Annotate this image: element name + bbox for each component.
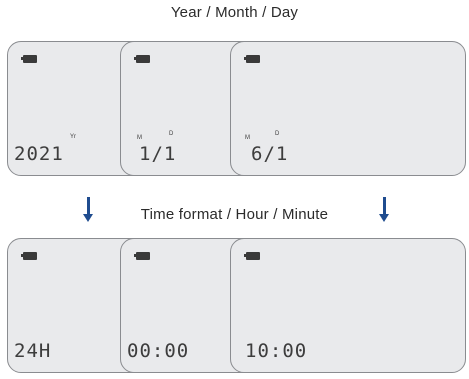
hour-readout: 00:00 (127, 340, 190, 362)
day-tag: D (169, 131, 174, 137)
month-tag: M (137, 135, 142, 141)
battery-icon (21, 55, 37, 63)
caption-date-settings: Year / Month / Day (170, 4, 299, 21)
lcd-screen-day: M D 6/1 (230, 41, 466, 176)
battery-icon (244, 55, 260, 63)
battery-icon (244, 252, 260, 260)
battery-icon (134, 55, 150, 63)
day-readout: 6/1 (251, 143, 289, 165)
lcd-screen-minute: 10:00 (230, 238, 466, 373)
month-tag: M (245, 135, 250, 141)
year-tag: Yr (70, 134, 76, 140)
caption-time-settings: Time format / Hour / Minute (140, 206, 329, 223)
year-readout: 2021 (14, 143, 64, 165)
battery-icon (134, 252, 150, 260)
battery-icon (21, 252, 37, 260)
day-tag: D (275, 131, 280, 137)
time-format-readout: 24H (14, 340, 52, 362)
arrow-down-icon (379, 197, 388, 222)
minute-readout: 10:00 (245, 340, 308, 362)
month-readout: 1/1 (139, 143, 177, 165)
